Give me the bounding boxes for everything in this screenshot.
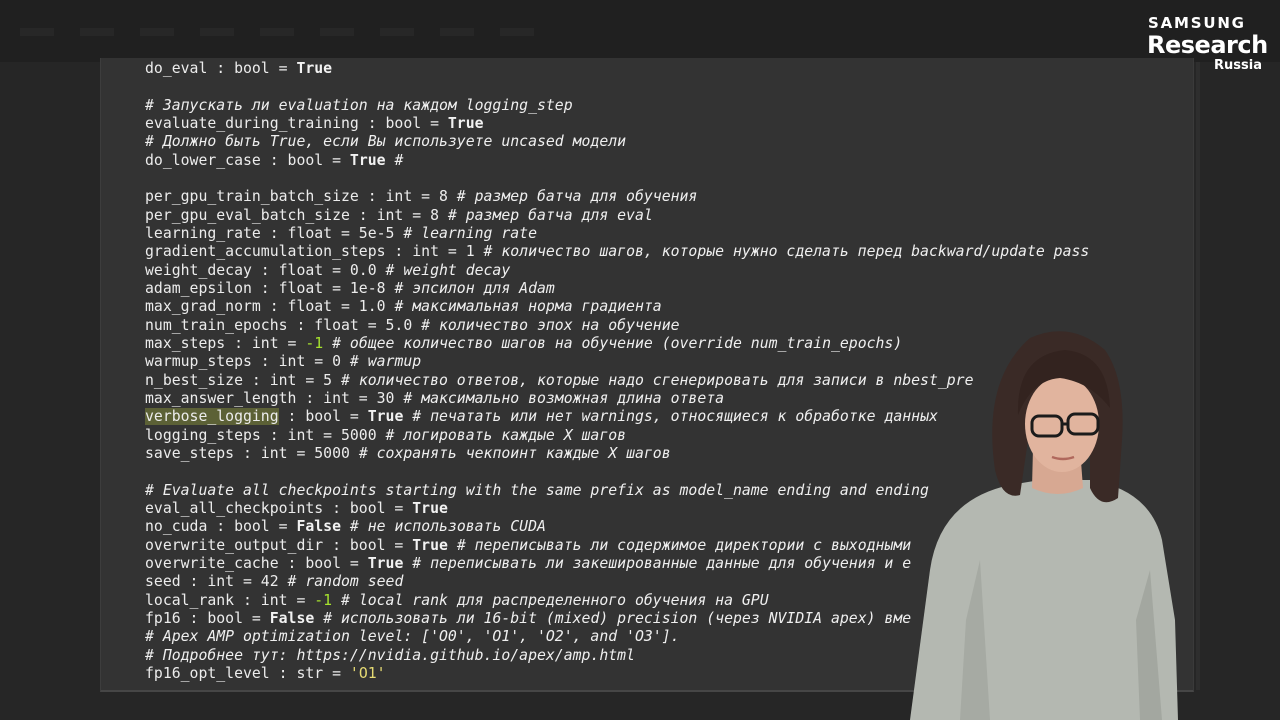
top-toolbar-strip — [0, 0, 1280, 62]
code-token: evaluate_during_training : bool = — [145, 114, 448, 132]
code-token: do_eval : bool = — [145, 60, 297, 77]
code-line: gradient_accumulation_steps : int = 1 # … — [145, 243, 1089, 261]
code-token: local_rank : int = — [145, 591, 315, 609]
code-line: evaluate_during_training : bool = True — [145, 115, 1089, 133]
code-comment: # local rank для распределенного обучени… — [341, 591, 769, 609]
code-token: weight_decay : float = 0.0 — [145, 261, 386, 279]
code-token: eval_all_checkpoints : bool = — [145, 499, 413, 517]
code-line: do_lower_case : bool = True # — [145, 152, 1089, 170]
code-comment: # размер батча для eval — [447, 206, 653, 224]
code-comment: # переписывать ли закешированные данные … — [412, 554, 912, 572]
code-token: False — [269, 609, 315, 627]
code-comment: # Должно быть True, если Вы используете … — [145, 133, 627, 151]
code-token: : bool = — [278, 408, 368, 426]
code-line: adam_epsilon : float = 1e-8 # эпсилон дл… — [145, 280, 1089, 298]
code-comment: # количество ответов, которые надо сгене… — [341, 371, 974, 389]
code-comment: # эпсилон для Adam — [394, 279, 555, 297]
logo-name: Research — [1147, 31, 1268, 59]
code-comment: # weight decay — [385, 261, 511, 279]
code-token: True — [412, 536, 448, 554]
code-comment: # переписывать ли содержимое директории … — [456, 536, 912, 554]
code-token: 'O1' — [349, 664, 386, 682]
code-comment: # warmup — [349, 353, 422, 371]
code-token: gradient_accumulation_steps : int = 1 — [145, 243, 484, 261]
code-comment: # Evaluate all checkpoints starting with… — [145, 481, 929, 499]
code-token: True — [412, 499, 448, 517]
samsung-research-logo: SAMSUNG Research Russia — [1147, 14, 1268, 74]
logo-region: Russia — [1214, 58, 1262, 73]
code-comment: # — [385, 151, 404, 169]
code-token: save_steps : int = 5000 — [145, 444, 359, 462]
code-token: True — [367, 554, 404, 572]
highlighted-token: verbose_logging — [145, 408, 279, 426]
code-token: overwrite_output_dir : bool = — [145, 536, 413, 554]
code-token: True — [296, 60, 333, 77]
code-token: learning_rate : float = 5e-5 — [145, 224, 404, 242]
code-comment: # использовать ли 16-bit (mixed) precisi… — [323, 609, 912, 627]
code-token: do_lower_case : bool = — [145, 151, 350, 169]
video-frame: do_eval : bool = True # Запускать ли eva… — [0, 0, 1280, 720]
code-line: max_grad_norm : float = 1.0 # максимальн… — [145, 298, 1089, 316]
code-comment: # не использовать CUDA — [349, 518, 546, 536]
code-token: False — [296, 518, 341, 536]
code-token: per_gpu_eval_batch_size : int = 8 — [145, 206, 448, 224]
code-line: learning_rate : float = 5e-5 # learning … — [145, 225, 1089, 243]
code-line: weight_decay : float = 0.0 # weight deca… — [145, 262, 1089, 280]
code-token: max_steps : int = — [145, 334, 306, 352]
presenter-image — [910, 331, 1178, 720]
code-line: # Запускать ли evaluation на каждом logg… — [145, 97, 1089, 115]
faded-toolbar-ghost — [20, 28, 540, 36]
code-comment: # learning rate — [403, 224, 537, 242]
code-comment: # random seed — [287, 573, 404, 591]
code-comment: # общее количество шагов на обучение (ov… — [332, 334, 903, 352]
code-token: True — [367, 408, 404, 426]
code-comment: # Запускать ли evaluation на каждом logg… — [145, 96, 573, 114]
code-comment: # печатать или нет warnings, относящиеся… — [412, 408, 938, 426]
code-token: True — [349, 151, 386, 169]
code-token: n_best_size : int = 5 — [145, 371, 341, 389]
code-comment: # Подробнее тут: https://nvidia.github.i… — [145, 646, 635, 664]
code-comment: # размер батча для обучения — [456, 188, 698, 206]
code-comment: # максимально возможная длина ответа — [403, 389, 725, 407]
code-line: per_gpu_eval_batch_size : int = 8 # разм… — [145, 207, 1089, 225]
code-token: fp16 : bool = — [145, 609, 270, 627]
code-token: -1 — [305, 334, 324, 352]
code-token: per_gpu_train_batch_size : int = 8 — [145, 188, 457, 206]
code-token: num_train_epochs : float = 5.0 — [145, 316, 422, 334]
code-token: True — [447, 114, 484, 132]
code-token: overwrite_cache : bool = — [145, 554, 368, 572]
code-line: do_eval : bool = True — [145, 60, 1089, 78]
code-token: fp16_opt_level : str = — [145, 664, 350, 682]
code-comment: # логировать каждые X шагов — [385, 426, 627, 444]
code-token: no_cuda : bool = — [145, 518, 297, 536]
code-line: per_gpu_train_batch_size : int = 8 # раз… — [145, 188, 1089, 206]
code-comment: # максимальная норма градиента — [394, 298, 662, 316]
code-token: max_answer_length : int = 30 — [145, 389, 404, 407]
code-token: max_grad_norm : float = 1.0 — [145, 298, 395, 316]
code-line: # Должно быть True, если Вы используете … — [145, 133, 1089, 151]
code-token: seed : int = 42 — [145, 573, 288, 591]
code-comment: # количество эпох на обучение — [421, 316, 680, 334]
code-token: warmup_steps : int = 0 — [145, 353, 350, 371]
code-token: -1 — [314, 591, 333, 609]
code-comment: # Apex AMP optimization level: ['O0', 'O… — [145, 628, 680, 646]
code-comment: # количество шагов, которые нужно сделат… — [483, 243, 1090, 261]
code-token: adam_epsilon : float = 1e-8 — [145, 279, 395, 297]
logo-brand: SAMSUNG — [1148, 14, 1246, 32]
code-comment: # сохранять чекпоинт каждые X шагов — [358, 444, 671, 462]
code-token: logging_steps : int = 5000 — [145, 426, 386, 444]
